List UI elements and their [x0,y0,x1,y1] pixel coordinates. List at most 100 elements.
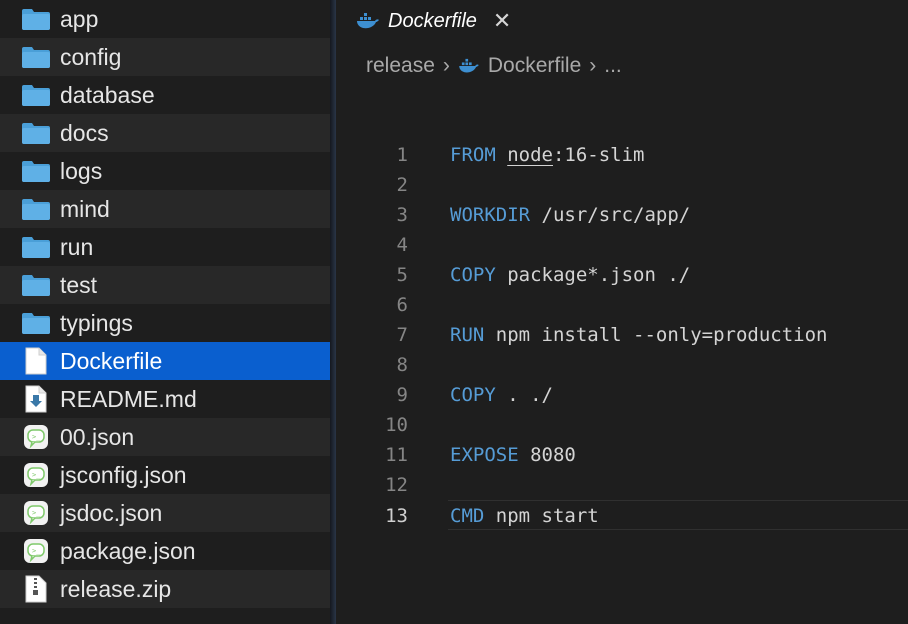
code-line[interactable]: 13 CMD npm start [385,500,908,531]
code-text: . ./ [495,384,553,406]
json-file-icon: >_ [20,422,52,452]
file-name: logs [60,157,103,184]
folder-icon [20,42,52,72]
folder-icon [20,232,52,262]
file-list-item[interactable]: logs [0,152,330,190]
file-list-item[interactable]: README.md [0,380,330,418]
chevron-right-icon: › [442,54,450,77]
breadcrumb-more[interactable]: ... [604,54,622,78]
file-name: test [60,271,98,298]
code-line[interactable]: 10 [336,410,908,440]
file-list-item[interactable]: mind [0,190,330,228]
docker-whale-icon [458,58,480,74]
line-number: 2 [396,174,408,196]
code-line[interactable]: 9 COPY . ./ [336,380,908,410]
code-line[interactable]: 8 [336,350,908,380]
line-number: 6 [396,294,408,316]
file-list-item[interactable]: run [0,228,330,266]
code-text: npm start [484,505,599,527]
line-text: CMD npm start [450,501,599,531]
markdown-file-icon [20,384,52,414]
breadcrumb: release › Dockerfile › ... [366,50,622,82]
keyword: CMD [450,505,485,527]
file-name: package.json [60,537,196,564]
tab-title: Dockerfile [388,9,477,32]
line-number: 3 [396,204,408,226]
keyword: COPY [450,384,496,406]
breadcrumb-file[interactable]: Dockerfile [488,54,581,78]
code-line[interactable]: 7 RUN npm install --only=production [336,320,908,350]
folder-icon [20,194,52,224]
file-list-item[interactable]: typings [0,304,330,342]
line-number: 13 [385,505,408,527]
code-line[interactable]: 1 FROM node:16-slim [336,140,908,170]
file-list-item[interactable]: app [0,0,330,38]
folder-icon [20,308,52,338]
file-name: jsdoc.json [60,499,163,526]
line-number: 10 [385,414,408,436]
editor-pane: Dockerfile ✕ release › Dockerfile › ... … [336,0,908,624]
code-text: npm install --only=production [484,324,828,346]
document-icon [20,346,52,376]
code-line[interactable]: 5 COPY package*.json ./ [336,260,908,290]
line-text: WORKDIR /usr/src/app/ [450,200,690,230]
tab-dockerfile[interactable]: Dockerfile ✕ [356,4,511,38]
svg-text:>_: >_ [32,471,41,479]
file-name: Dockerfile [60,347,163,374]
code-line[interactable]: 3 WORKDIR /usr/src/app/ [336,200,908,230]
file-list-item[interactable]: test [0,266,330,304]
code-line[interactable]: 4 [336,230,908,260]
code-text: 8080 [518,444,576,466]
code-area[interactable]: 1 FROM node:16-slim 2 3 WORKDIR /usr/src/app… [336,140,908,530]
file-name: run [60,233,94,260]
line-number: 5 [396,264,408,286]
file-name: database [60,81,155,108]
svg-text:>_: >_ [32,547,41,555]
keyword: FROM [450,144,496,166]
image-reference-link[interactable]: node [507,144,553,166]
json-file-icon: >_ [20,498,52,528]
folder-icon [20,156,52,186]
json-file-icon: >_ [20,460,52,490]
json-file-icon: >_ [20,536,52,566]
app-window: app config database docs logs mind run test typi… [0,0,908,624]
file-list-item[interactable]: release.zip [0,570,330,608]
close-icon[interactable]: ✕ [493,8,511,34]
code-line[interactable]: 2 [336,170,908,200]
docker-whale-icon [356,12,380,30]
file-name: config [60,43,122,70]
file-name: release.zip [60,575,172,602]
line-number: 7 [396,324,408,346]
file-list-item[interactable]: config [0,38,330,76]
file-list-item[interactable]: Dockerfile [0,342,330,380]
folder-icon [20,118,52,148]
file-list-item[interactable]: >_ jsconfig.json [0,456,330,494]
file-name: docs [60,119,109,146]
file-list-item[interactable]: >_ 00.json [0,418,330,456]
code-text: :16-slim [552,144,645,166]
file-list-item[interactable]: >_ jsdoc.json [0,494,330,532]
file-list-item[interactable]: docs [0,114,330,152]
line-text: RUN npm install --only=production [450,320,828,350]
file-name: README.md [60,385,197,412]
code-line[interactable]: 11 EXPOSE 8080 [336,440,908,470]
breadcrumb-folder[interactable]: release [366,54,435,78]
line-number: 1 [396,144,408,166]
code-line[interactable]: 6 [336,290,908,320]
line-number: 8 [396,354,408,376]
keyword: COPY [450,264,496,286]
zip-file-icon [20,574,52,604]
line-number: 11 [385,444,408,466]
line-text: FROM node:16-slim [450,140,645,170]
file-name: 00.json [60,423,135,450]
file-list-item[interactable]: database [0,76,330,114]
keyword: WORKDIR [450,204,531,226]
file-list: app config database docs logs mind run test typi… [0,0,330,624]
code-text: package*.json ./ [495,264,691,286]
svg-text:>_: >_ [32,509,41,517]
line-number: 4 [396,234,408,256]
code-text: /usr/src/app/ [530,204,691,226]
code-line[interactable]: 12 [336,470,908,500]
file-list-item[interactable]: >_ package.json [0,532,330,570]
line-number: 12 [385,474,408,496]
